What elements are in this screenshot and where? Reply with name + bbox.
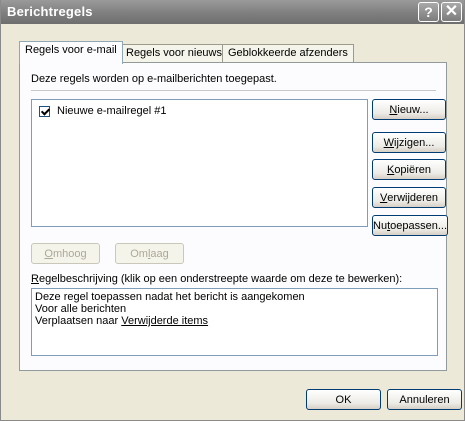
description-label-rest: egelbeschrijving (klik op een onderstree…	[38, 273, 403, 285]
new-button-post: ieuw...	[397, 103, 429, 116]
message-rules-dialog: Berichtregels ? ✕ Regels voor e-mail Reg…	[0, 0, 465, 421]
ok-button-label: OK	[335, 393, 352, 406]
rules-list[interactable]: Nieuwe e-mailregel #1	[31, 99, 368, 227]
tab-mail-rules[interactable]: Regels voor e-mail	[19, 41, 123, 64]
apply-now-button[interactable]: Nu t oepassen...	[372, 215, 448, 236]
list-item[interactable]: Nieuwe e-mailregel #1	[34, 103, 365, 119]
title-bar[interactable]: Berichtregels ? ✕	[1, 0, 464, 24]
remove-button[interactable]: Verwijderen	[372, 187, 446, 208]
move-down-button-post: aag	[150, 247, 169, 260]
apply-now-button-pre: Nu	[373, 219, 388, 232]
edit-button-post: ijzigen...	[394, 136, 435, 149]
tab-panel: Deze regels worden op e-mailberichten to…	[19, 62, 448, 371]
cancel-button[interactable]: Annuleren	[387, 389, 462, 410]
description-line: Verplaatsen naar Verwijderde items	[35, 315, 434, 327]
description-line: Deze regel toepassen nadat het bericht i…	[35, 291, 305, 303]
remove-button-post: erwijderen	[387, 191, 439, 204]
window-title: Berichtregels	[7, 4, 93, 19]
copy-button[interactable]: Kopiëren	[372, 159, 446, 180]
separator	[31, 90, 436, 91]
description-label-key: R	[31, 273, 39, 285]
rule-description-box[interactable]: Deze regel toepassen nadat het bericht i…	[31, 288, 438, 356]
new-button[interactable]: Nieuw...	[372, 99, 446, 120]
description-line-prefix: Verplaatsen naar	[35, 315, 122, 327]
tab-blocked-senders[interactable]: Geblokkeerde afzenders	[222, 44, 354, 63]
rule-checkbox[interactable]	[39, 105, 50, 117]
apply-now-button-post: oepassen...	[390, 219, 447, 232]
edit-button-key: W	[383, 136, 395, 149]
new-button-key: N	[389, 103, 398, 116]
panel-intro: Deze regels worden op e-mailberichten to…	[31, 73, 277, 85]
deleted-items-link[interactable]: Verwijderde items	[121, 315, 208, 327]
rule-label: Nieuwe e-mailregel #1	[57, 105, 167, 117]
move-up-button[interactable]: Omhoog	[31, 243, 100, 264]
cancel-button-label: Annuleren	[399, 393, 450, 406]
help-icon[interactable]: ?	[418, 2, 439, 22]
edit-button[interactable]: Wijzigen...	[372, 132, 446, 153]
description-label: Regelbeschrijving (klik op een onderstre…	[31, 273, 402, 285]
copy-button-key: K	[386, 163, 395, 176]
description-line: Voor alle berichten	[35, 303, 127, 315]
tab-blocked-senders-label: Geblokkeerde afzenders	[228, 47, 348, 59]
ok-button[interactable]: OK	[306, 389, 381, 410]
move-up-button-key: O	[44, 247, 53, 260]
move-down-button-pre: Om	[130, 247, 148, 260]
tab-news-rules[interactable]: Regels voor nieuws	[120, 44, 228, 63]
move-down-button[interactable]: Om l aag	[115, 243, 184, 264]
copy-button-post: opiëren	[394, 163, 432, 176]
tab-mail-rules-label: Regels voor e-mail	[25, 44, 117, 56]
tab-news-rules-label: Regels voor nieuws	[126, 47, 222, 59]
move-up-button-post: mhoog	[52, 247, 87, 260]
close-glyph: ✕	[444, 3, 459, 20]
help-glyph: ?	[424, 4, 433, 20]
close-icon[interactable]: ✕	[441, 2, 462, 22]
remove-button-key: V	[379, 191, 388, 204]
